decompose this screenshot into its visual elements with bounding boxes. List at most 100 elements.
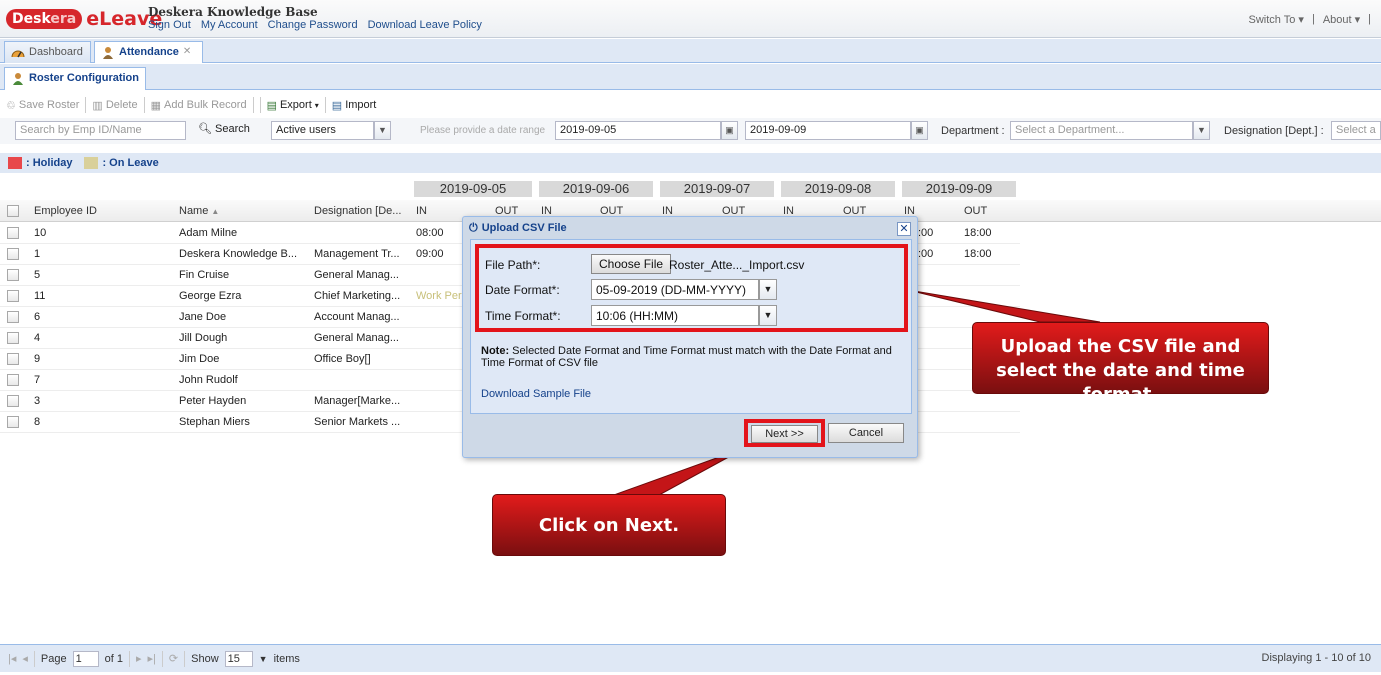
tab-dashboard[interactable]: Dashboard <box>4 41 91 63</box>
cell-designation: Manager[Marke... <box>314 395 401 407</box>
row-checkbox[interactable] <box>7 374 19 386</box>
col-name[interactable]: Name ▲ <box>179 205 219 217</box>
tab-roster-configuration[interactable]: Roster Configuration <box>4 67 146 90</box>
switch-to-label: Switch To <box>1248 14 1296 26</box>
deskera-logo[interactable]: Deskera eLeave <box>6 6 162 32</box>
separator: | <box>1311 13 1315 25</box>
page-size-select[interactable]: 15 <box>224 650 253 667</box>
cell-employee-id: 10 <box>34 227 47 239</box>
select-all-checkbox[interactable] <box>7 205 19 217</box>
department-label: Department : <box>941 125 1005 137</box>
tab-attendance[interactable]: Attendance ✕ <box>94 41 203 63</box>
row-checkbox[interactable] <box>7 311 19 323</box>
items-label: items <box>273 652 300 665</box>
sign-out-link[interactable]: Sign Out <box>148 19 191 31</box>
col-in-1[interactable]: IN <box>416 205 427 217</box>
col-designation[interactable]: Designation [De... <box>314 205 401 217</box>
col-employee-id[interactable]: Employee ID <box>34 205 97 217</box>
row-checkbox[interactable] <box>7 353 19 365</box>
calendar-icon[interactable]: ▣ <box>721 121 738 140</box>
switch-to-menu[interactable]: Switch To ▾ <box>1249 13 1304 26</box>
date-header: 2019-09-07 <box>660 181 774 197</box>
legend-bar: : Holiday : On Leave <box>0 153 1381 173</box>
sort-asc-icon: ▲ <box>211 207 220 216</box>
add-bulk-record-label: Add Bulk Record <box>164 99 247 111</box>
pager-separator <box>184 650 186 667</box>
next-button[interactable]: Next >> <box>751 425 818 443</box>
save-icon: ♲ <box>6 99 16 112</box>
trash-icon: ▥ <box>92 99 103 112</box>
row-checkbox[interactable] <box>7 395 19 407</box>
calendar-icon[interactable]: ▣ <box>911 121 928 140</box>
dialog-title: ⏻ Upload CSV File <box>469 222 567 235</box>
cell-name: Adam Milne <box>179 227 238 239</box>
toolbar-separator <box>252 97 254 113</box>
cell-employee-id: 1 <box>34 248 41 260</box>
refresh-icon[interactable]: ⟳ <box>169 652 178 665</box>
delete-button[interactable]: ▥ Delete <box>92 99 137 112</box>
chevron-down-icon[interactable]: ▼ <box>259 654 268 664</box>
download-sample-link[interactable]: Download Sample File <box>481 388 591 400</box>
pager-separator <box>128 650 130 667</box>
row-checkbox[interactable] <box>7 290 19 302</box>
toolbar-separator <box>259 97 261 113</box>
dialog-title-text: Upload CSV File <box>481 222 567 234</box>
first-page-icon[interactable]: |◂ <box>8 652 16 665</box>
add-bulk-record-button[interactable]: ▦ Add Bulk Record <box>151 99 247 112</box>
cell-name: John Rudolf <box>179 374 238 386</box>
tab-close-icon[interactable]: ✕ <box>183 46 191 63</box>
import-icon: ▤ <box>331 99 343 112</box>
import-button[interactable]: ▤ Import <box>332 99 377 112</box>
chevron-down-icon[interactable]: ▼ <box>759 305 777 326</box>
export-button[interactable]: ▤ Export ▾ <box>267 99 319 112</box>
row-checkbox[interactable] <box>7 332 19 344</box>
close-icon[interactable]: ✕ <box>897 222 911 236</box>
logo-text-mid: era <box>50 11 77 27</box>
col-out-5[interactable]: OUT <box>964 205 987 217</box>
chevron-down-icon[interactable]: ▼ <box>759 279 777 300</box>
search-button[interactable]: 🔍︎ Search <box>198 122 250 135</box>
about-menu[interactable]: About ▾ <box>1323 13 1360 26</box>
cancel-button[interactable]: Cancel <box>828 423 904 443</box>
save-roster-label: Save Roster <box>18 99 80 111</box>
chevron-down-icon[interactable]: ▼ <box>374 121 391 140</box>
search-input[interactable]: Search by Emp ID/Name <box>15 121 186 140</box>
cell-employee-id: 9 <box>34 353 41 365</box>
holiday-legend-label: : Holiday <box>26 157 73 169</box>
pager-separator <box>33 650 35 667</box>
designation-select[interactable]: Select a <box>1331 121 1381 140</box>
last-page-icon[interactable]: ▸| <box>148 652 156 665</box>
my-account-link[interactable]: My Account <box>201 19 258 31</box>
logo-cloud: Deskera <box>6 9 83 29</box>
displaying-count: Displaying 1 - 10 of 10 <box>1261 652 1371 664</box>
col-name-label: Name <box>179 205 209 217</box>
delete-label: Delete <box>105 99 138 111</box>
cell-in-1: 08:00 <box>416 227 444 239</box>
department-select[interactable]: Select a Department... <box>1010 121 1193 140</box>
choose-file-button[interactable]: Choose File <box>591 254 672 274</box>
date-to-field[interactable]: 2019-09-09 <box>745 121 911 140</box>
page-number-input[interactable]: 1 <box>72 650 99 667</box>
user-status-select[interactable]: Active users <box>271 121 374 140</box>
row-checkbox[interactable] <box>7 269 19 281</box>
download-leave-policy-link[interactable]: Download Leave Policy <box>368 19 482 31</box>
cell-employee-id: 6 <box>34 311 41 323</box>
sub-tab-bar: Roster Configuration <box>0 64 1381 90</box>
row-checkbox[interactable] <box>7 248 19 260</box>
cell-employee-id: 4 <box>34 332 41 344</box>
prev-page-icon[interactable]: ◂ <box>22 652 28 665</box>
account-links: Sign Out My Account Change Password Down… <box>148 19 482 31</box>
cell-designation: General Manag... <box>314 332 399 344</box>
change-password-link[interactable]: Change Password <box>268 19 358 31</box>
cell-in-5: :00 <box>918 248 934 260</box>
date-format-select[interactable]: 05-09-2019 (DD-MM-YYYY) <box>591 279 759 300</box>
chevron-down-icon[interactable]: ▼ <box>1193 121 1210 140</box>
row-checkbox[interactable] <box>7 227 19 239</box>
date-from-field[interactable]: 2019-09-05 <box>555 121 721 140</box>
toolbar-separator <box>324 97 326 113</box>
save-roster-button[interactable]: ♲ Save Roster <box>6 99 79 112</box>
row-checkbox[interactable] <box>7 416 19 428</box>
time-format-select[interactable]: 10:06 (HH:MM) <box>591 305 759 326</box>
cell-employee-id: 8 <box>34 416 41 428</box>
next-page-icon[interactable]: ▸ <box>136 652 142 665</box>
